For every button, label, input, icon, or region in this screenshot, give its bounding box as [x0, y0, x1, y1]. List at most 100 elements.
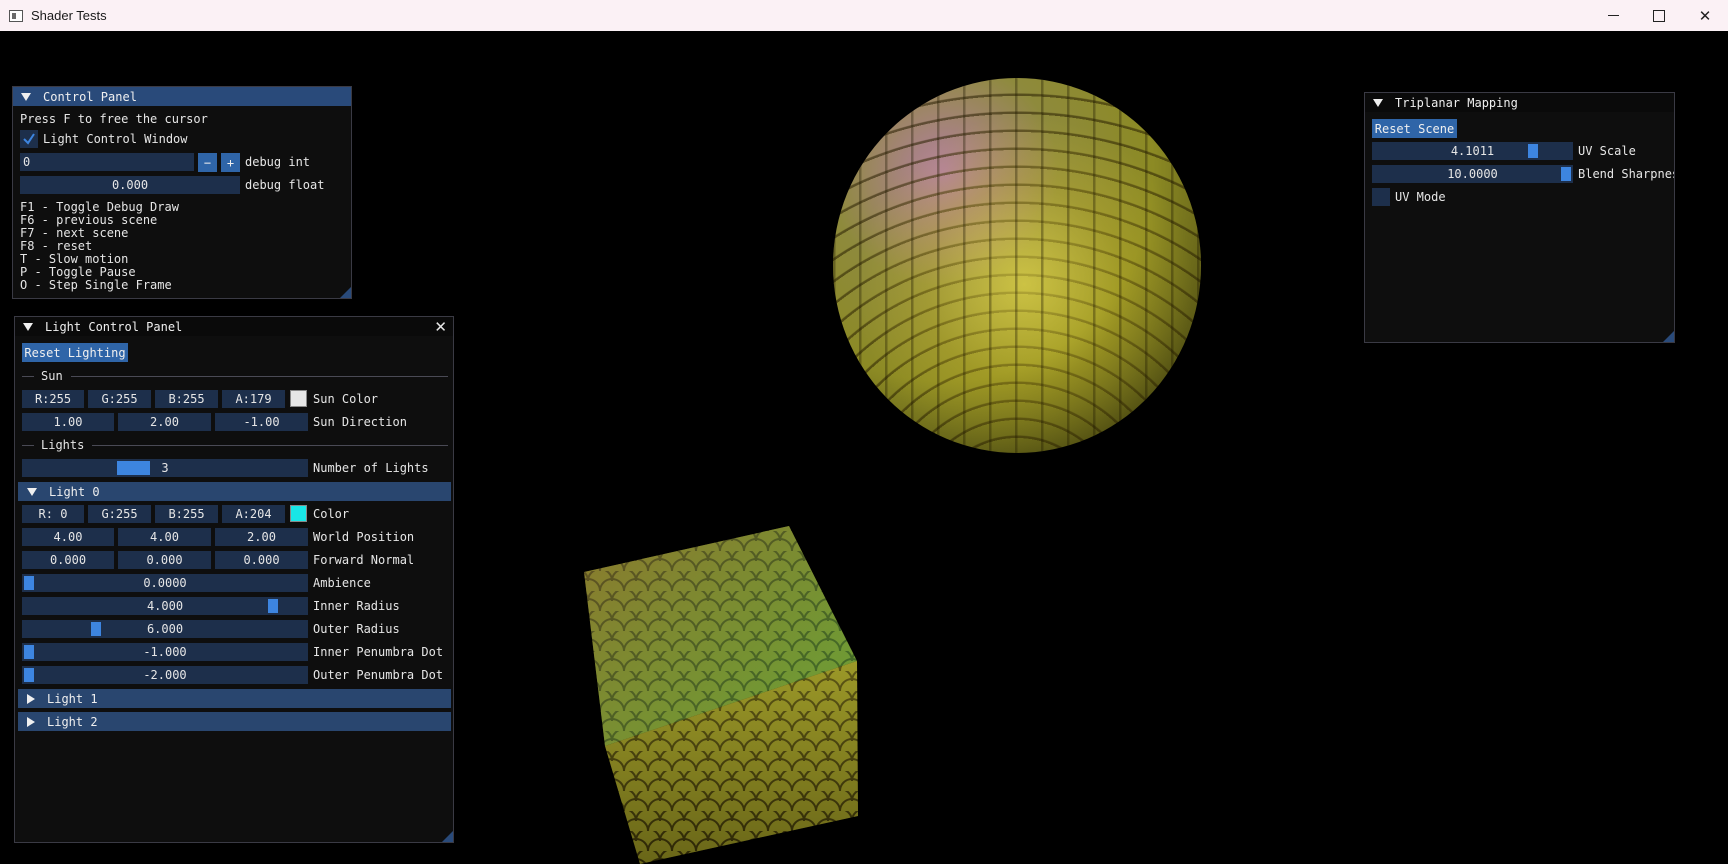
slider-grab[interactable]	[24, 668, 34, 682]
close-icon[interactable]: ✕	[434, 318, 447, 336]
inner-radius-slider[interactable]: 4.000	[22, 597, 308, 615]
forward-normal-z-field[interactable]: 0.000	[215, 551, 308, 569]
number-of-lights-slider[interactable]: 3	[22, 459, 308, 477]
light-0-header[interactable]: Light 0	[18, 482, 451, 501]
control-panel-window[interactable]: Control Panel Press F to free the cursor…	[12, 86, 352, 299]
debug-int-decrement-button[interactable]: −	[198, 153, 217, 172]
separator-line	[22, 445, 34, 446]
reset-scene-button[interactable]: Reset Scene	[1372, 119, 1457, 138]
triplanar-mapping-window[interactable]: Triplanar Mapping Reset Scene 4.1011 UV …	[1364, 92, 1675, 343]
sun-color-g-field[interactable]: G:255	[88, 390, 151, 408]
sun-direction-y-field[interactable]: 2.00	[118, 413, 211, 431]
sun-color-label: Sun Color	[313, 392, 379, 406]
uv-mode-label: UV Mode	[1395, 190, 1446, 204]
light-control-window-label: Light Control Window	[43, 132, 188, 146]
minimize-button[interactable]	[1590, 0, 1636, 31]
light-0-color-g-field[interactable]: G:255	[88, 505, 151, 523]
inner-penumbra-dot-slider[interactable]: -1.000	[22, 643, 308, 661]
lights-section-label: Lights	[41, 438, 85, 452]
reset-lighting-button[interactable]: Reset Lighting	[22, 343, 128, 362]
sun-color-b-field[interactable]: B:255	[155, 390, 218, 408]
sun-color-a-field[interactable]: A:179	[222, 390, 285, 408]
app-icon	[9, 9, 23, 22]
world-position-x-field[interactable]: 4.00	[22, 528, 114, 546]
outer-penumbra-dot-value: -2.000	[143, 668, 187, 682]
resize-grip[interactable]	[442, 831, 453, 842]
slider-grab[interactable]	[117, 461, 150, 475]
slider-grab[interactable]	[268, 599, 278, 613]
separator-line	[71, 376, 448, 377]
uv-mode-checkbox[interactable]	[1372, 188, 1390, 206]
forward-normal-x-field[interactable]: 0.000	[22, 551, 114, 569]
sun-section-label: Sun	[41, 369, 63, 383]
expanded-triangle-icon	[27, 487, 37, 496]
world-position-y-field[interactable]: 4.00	[118, 528, 211, 546]
number-of-lights-value: 3	[161, 461, 169, 475]
debug-int-increment-button[interactable]: +	[221, 153, 240, 172]
separator-line	[92, 445, 448, 446]
slider-grab[interactable]	[1561, 167, 1571, 181]
outer-radius-slider[interactable]: 6.000	[22, 620, 308, 638]
debug-int-label: debug int	[245, 155, 311, 169]
resize-grip[interactable]	[1663, 331, 1674, 342]
triplanar-title: Triplanar Mapping	[1395, 95, 1518, 110]
separator-line	[22, 376, 34, 377]
world-position-label: World Position	[313, 530, 415, 544]
debug-int-input[interactable]: 0	[20, 153, 194, 171]
slider-grab[interactable]	[91, 622, 101, 636]
uv-scale-slider[interactable]: 4.1011	[1372, 142, 1573, 160]
sun-direction-x-field[interactable]: 1.00	[22, 413, 114, 431]
blend-sharpness-slider[interactable]: 10.0000	[1372, 165, 1573, 183]
slider-grab[interactable]	[1528, 144, 1538, 158]
collapse-triangle-icon[interactable]	[21, 92, 31, 101]
light-1-header[interactable]: Light 1	[18, 689, 451, 708]
window-title: Shader Tests	[31, 8, 107, 23]
sun-direction-label: Sun Direction	[313, 415, 407, 429]
ambience-value: 0.0000	[143, 576, 187, 590]
outer-penumbra-dot-slider[interactable]: -2.000	[22, 666, 308, 684]
uv-scale-value: 4.1011	[1450, 144, 1495, 158]
help-line: F1 - Toggle Debug Draw	[20, 200, 179, 214]
light-0-header-label: Light 0	[49, 484, 100, 499]
light-0-color-b-field[interactable]: B:255	[155, 505, 218, 523]
light-control-window-checkbox[interactable]	[20, 130, 38, 148]
ambience-label: Ambience	[313, 576, 371, 590]
debug-float-input[interactable]: 0.000	[20, 176, 240, 194]
uv-scale-label: UV Scale	[1578, 144, 1636, 158]
resize-grip[interactable]	[340, 287, 351, 298]
maximize-button[interactable]	[1636, 0, 1682, 31]
outer-radius-label: Outer Radius	[313, 622, 400, 636]
sun-color-swatch[interactable]	[290, 390, 307, 407]
triplanar-titlebar[interactable]: Triplanar Mapping	[1365, 93, 1674, 112]
light-2-header[interactable]: Light 2	[18, 712, 451, 731]
help-line: F6 - previous scene	[20, 213, 158, 227]
help-line: P - Toggle Pause	[20, 265, 136, 279]
slider-grab[interactable]	[24, 645, 34, 659]
sun-direction-z-field[interactable]: -1.00	[215, 413, 308, 431]
light-control-panel-window[interactable]: Light Control Panel ✕ Reset Lighting Sun…	[14, 316, 454, 843]
light-0-color-a-field[interactable]: A:204	[222, 505, 285, 523]
help-line: F7 - next scene	[20, 226, 129, 240]
collapsed-triangle-icon	[27, 693, 35, 704]
collapsed-triangle-icon	[27, 716, 35, 727]
collapse-triangle-icon[interactable]	[23, 322, 33, 331]
control-panel-titlebar[interactable]: Control Panel	[13, 87, 351, 106]
outer-penumbra-dot-label: Outer Penumbra Dot	[313, 668, 444, 682]
close-window-button[interactable]: ✕	[1682, 0, 1728, 31]
light-0-color-r-field[interactable]: R: 0	[22, 505, 84, 523]
slider-grab[interactable]	[24, 576, 34, 590]
forward-normal-y-field[interactable]: 0.000	[118, 551, 211, 569]
light-0-color-swatch[interactable]	[290, 505, 307, 522]
ambience-slider[interactable]: 0.0000	[22, 574, 308, 592]
light-panel-titlebar[interactable]: Light Control Panel	[15, 317, 453, 336]
free-cursor-hint: Press F to free the cursor	[20, 112, 208, 126]
collapse-triangle-icon[interactable]	[1373, 98, 1383, 107]
outer-radius-value: 6.000	[146, 622, 184, 636]
blend-sharpness-value: 10.0000	[1447, 167, 1498, 181]
blend-sharpness-label: Blend Sharpnes	[1578, 167, 1675, 181]
sun-color-r-field[interactable]: R:255	[22, 390, 84, 408]
inner-radius-value: 4.000	[146, 599, 184, 613]
inner-radius-label: Inner Radius	[313, 599, 400, 613]
world-position-z-field[interactable]: 2.00	[215, 528, 308, 546]
help-line: T - Slow motion	[20, 252, 129, 266]
